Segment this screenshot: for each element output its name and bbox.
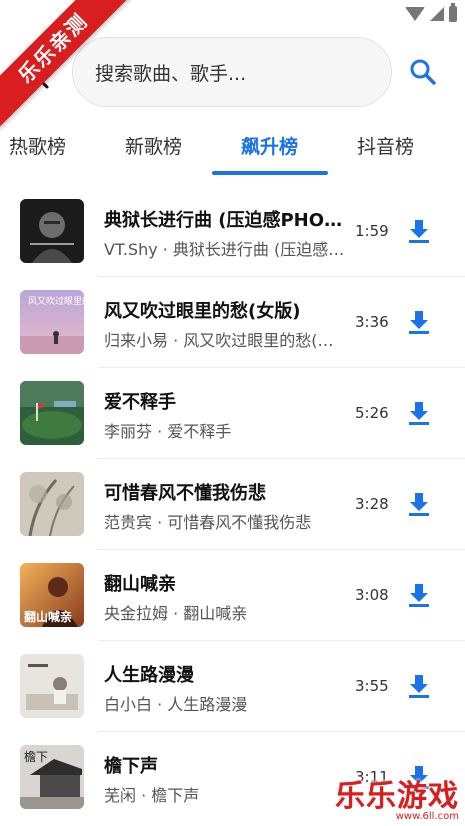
download-button[interactable] xyxy=(407,309,431,335)
song-row[interactable]: 可惜春风不懂我伤悲 范贵宾 · 可惜春风不懂我伤悲 3:28 xyxy=(0,459,465,550)
song-row[interactable]: 爱不释手 李丽芬 · 爱不释手 5:26 xyxy=(0,368,465,459)
song-duration: 3:55 xyxy=(355,677,389,695)
cover-text: 风又吹过眼里的愁 xyxy=(28,295,84,307)
download-button[interactable] xyxy=(407,218,431,244)
cover-text: 翻山喊亲 xyxy=(24,609,72,624)
song-row[interactable]: 典狱长进行曲 (压迫感PHONK版) VT.Shy · 典狱长进行曲 (压迫感P… xyxy=(0,186,465,277)
watermark-title: 乐乐游戏 xyxy=(335,779,459,814)
song-title: 爱不释手 xyxy=(104,392,176,413)
download-icon xyxy=(409,493,429,516)
album-cover xyxy=(20,199,84,263)
download-icon xyxy=(409,311,429,334)
song-artist-album: 央金拉姆 · 翻山喊亲 xyxy=(104,604,248,623)
song-artist-album: 芜闲 · 檐下声 xyxy=(104,786,200,805)
active-tab-indicator xyxy=(212,171,328,175)
song-artist-album: 归来小易 · 风又吹过眼里的愁(女版) xyxy=(104,331,346,350)
download-button[interactable] xyxy=(407,491,431,517)
song-artist-album: 白小白 · 人生路漫漫 xyxy=(104,695,248,714)
song-duration: 3:28 xyxy=(355,495,389,513)
song-title: 风又吹过眼里的愁(女版) xyxy=(104,301,301,322)
song-row[interactable]: 翻山喊亲 翻山喊亲 央金拉姆 · 翻山喊亲 3:08 xyxy=(0,550,465,641)
song-title: 典狱长进行曲 (压迫感PHONK版) xyxy=(104,210,344,231)
song-row[interactable]: 风又吹过眼里的愁 风又吹过眼里的愁(女版) 归来小易 · 风又吹过眼里的愁(女版… xyxy=(0,277,465,368)
tab-douyin[interactable]: 抖音榜 xyxy=(357,132,414,159)
download-button[interactable] xyxy=(407,582,431,608)
tab-new[interactable]: 新歌榜 xyxy=(125,132,182,159)
album-cover: 风又吹过眼里的愁 xyxy=(20,290,84,354)
chart-tabs: 热歌榜 新歌榜 飙升榜 抖音榜 xyxy=(0,122,465,175)
song-row[interactable]: 人生路漫漫 白小白 · 人生路漫漫 3:55 xyxy=(0,641,465,732)
download-button[interactable] xyxy=(407,673,431,699)
album-cover: 檐下 xyxy=(20,745,84,809)
song-artist-album: 范贵宾 · 可惜春风不懂我伤悲 xyxy=(104,513,312,532)
cell-signal-icon xyxy=(430,7,444,21)
battery-icon xyxy=(449,3,457,22)
song-title: 檐下声 xyxy=(104,756,158,777)
tab-hot[interactable]: 热歌榜 xyxy=(9,132,66,159)
tab-rising[interactable]: 飙升榜 xyxy=(241,132,298,159)
song-title: 翻山喊亲 xyxy=(104,574,176,595)
search-box[interactable] xyxy=(72,37,392,107)
download-icon xyxy=(409,220,429,243)
song-title: 人生路漫漫 xyxy=(104,665,194,686)
download-button[interactable] xyxy=(407,400,431,426)
download-icon xyxy=(409,584,429,607)
download-icon xyxy=(409,402,429,425)
song-artist-album: 李丽芬 · 爱不释手 xyxy=(104,422,232,441)
song-title: 可惜春风不懂我伤悲 xyxy=(104,483,266,504)
watermark-logo: 乐乐游戏 www.6ll.com xyxy=(335,771,459,822)
song-artist-album: VT.Shy · 典狱长进行曲 (压迫感PHONK版) xyxy=(104,240,346,259)
song-duration: 5:26 xyxy=(355,404,389,422)
song-duration: 1:59 xyxy=(355,222,389,240)
cover-text: 檐下 xyxy=(24,750,48,764)
wifi-icon xyxy=(405,7,425,21)
album-cover: 翻山喊亲 xyxy=(20,563,84,627)
search-button[interactable] xyxy=(409,58,437,86)
song-duration: 3:08 xyxy=(355,586,389,604)
download-icon xyxy=(409,675,429,698)
search-icon xyxy=(410,59,436,85)
album-cover xyxy=(20,654,84,718)
album-cover xyxy=(20,381,84,445)
album-cover xyxy=(20,472,84,536)
search-input[interactable] xyxy=(93,58,377,90)
song-duration: 3:36 xyxy=(355,313,389,331)
